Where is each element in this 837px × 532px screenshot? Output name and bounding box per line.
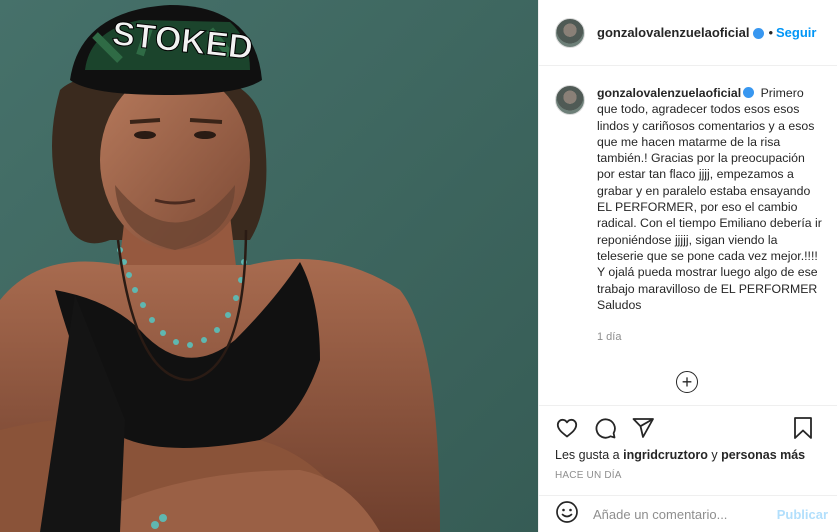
post-photo-illustration: STOKED (0, 0, 538, 532)
comment-input[interactable] (593, 506, 777, 522)
action-bar: Les gusta a ingridcruztoro y personas má… (539, 405, 837, 481)
comment-icon[interactable] (593, 416, 617, 440)
follow-button[interactable]: Seguir (776, 25, 816, 40)
post-image[interactable]: STOKED (0, 0, 538, 532)
emoji-icon[interactable] (555, 500, 579, 529)
post-side-panel: gonzalovalenzuelaoficial • Seguir gonzal… (538, 0, 837, 532)
share-icon[interactable] (631, 416, 655, 440)
caption-username[interactable]: gonzalovalenzuelaoficial (597, 86, 741, 100)
header-separator: • (768, 25, 773, 40)
likes-prefix: Les gusta a (555, 448, 620, 462)
load-more-comments-button[interactable]: + (676, 371, 698, 393)
caption-block: gonzalovalenzuelaoficial Primero que tod… (597, 85, 822, 405)
publish-button[interactable]: Publicar (777, 507, 828, 522)
likes-others[interactable]: personas más (721, 448, 805, 462)
likes-summary: Les gusta a ingridcruztoro y personas má… (555, 448, 822, 462)
header-username[interactable]: gonzalovalenzuelaoficial (597, 25, 749, 40)
caption: gonzalovalenzuelaoficial Primero que tod… (597, 85, 822, 313)
comments-list[interactable]: gonzalovalenzuelaoficial Primero que tod… (539, 67, 837, 405)
add-comment-bar: Publicar (539, 495, 837, 532)
likes-user[interactable]: ingridcruztoro (623, 448, 708, 462)
caption-text: Primero que todo, agradecer todos esos e… (597, 86, 822, 312)
post-time-ago[interactable]: HACE UN DÍA (555, 470, 822, 481)
avatar[interactable] (555, 17, 585, 48)
action-icons (555, 406, 822, 450)
bookmark-icon[interactable] (792, 416, 814, 440)
likes-middle: y (711, 448, 718, 462)
caption-avatar[interactable] (555, 85, 585, 115)
verified-icon (743, 87, 755, 98)
heart-icon[interactable] (555, 416, 579, 440)
caption-timestamp[interactable]: 1 día (597, 331, 822, 343)
plus-circle-icon: + (681, 371, 693, 392)
post-header: gonzalovalenzuelaoficial • Seguir (539, 0, 837, 66)
verified-icon (753, 28, 765, 39)
